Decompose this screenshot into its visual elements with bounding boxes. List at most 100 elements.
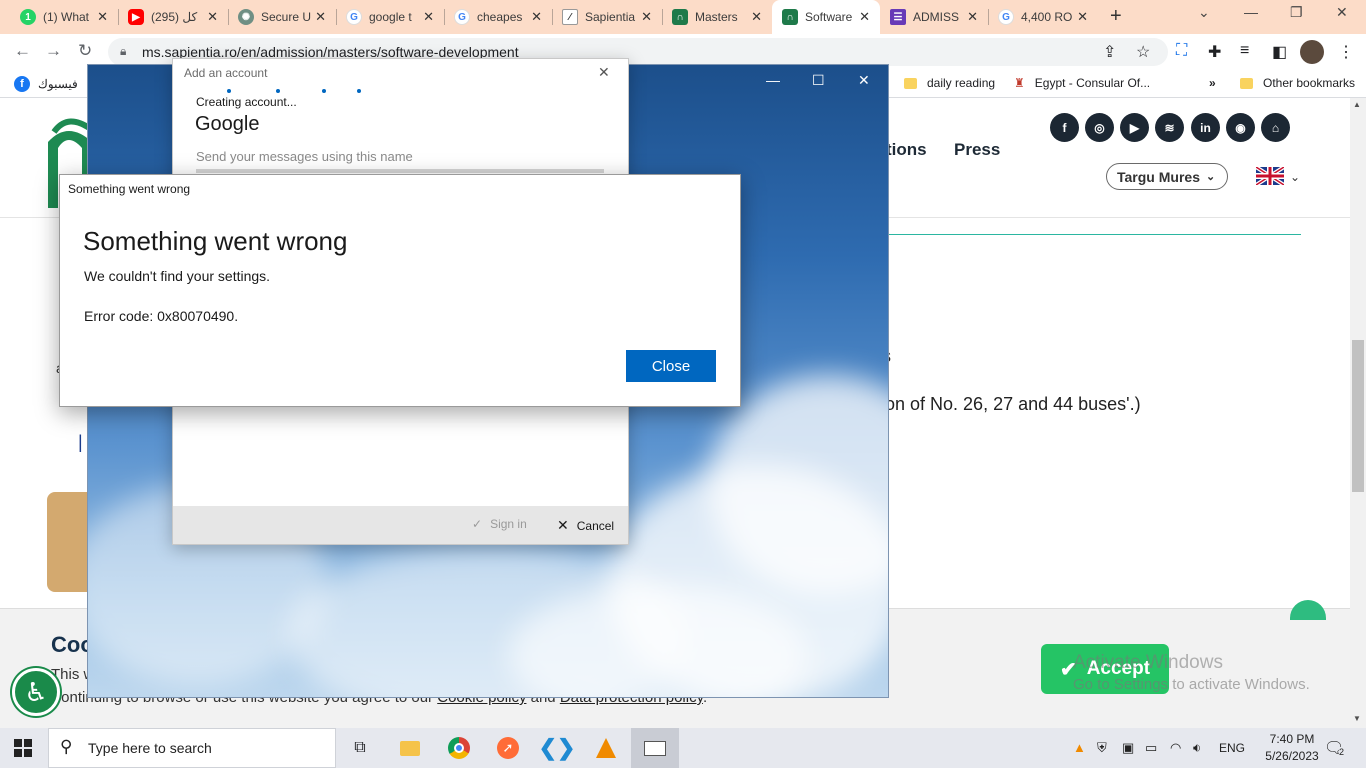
chevron-down-icon[interactable]: ⌄ — [1290, 170, 1300, 184]
close-window-icon[interactable]: ✕ — [1336, 4, 1348, 21]
tab-whatsapp[interactable]: 1 (1) What ✕ — [10, 0, 118, 34]
close-icon[interactable]: ✕ — [207, 9, 218, 25]
close-icon[interactable]: ✕ — [423, 9, 434, 25]
accessibility-button[interactable]: ♿︎ — [12, 668, 60, 716]
vscode-button[interactable]: ❮❯ — [533, 728, 581, 768]
close-icon[interactable]: ✕ — [967, 9, 978, 25]
bookmark-facebook[interactable]: f فيسبوك — [14, 76, 78, 92]
tab-ron[interactable]: G 4,400 RO ✕ — [988, 0, 1098, 34]
chrome-button[interactable] — [435, 728, 483, 768]
language-indicator[interactable]: ENG — [1219, 741, 1245, 755]
nav-press[interactable]: Press — [954, 140, 1000, 160]
close-icon[interactable]: ✕ — [315, 9, 326, 25]
progress-dot — [322, 89, 326, 93]
search-placeholder[interactable]: Type here to search — [88, 740, 212, 756]
restore-icon[interactable]: ❐ — [1290, 4, 1303, 21]
folder-icon — [400, 740, 420, 756]
clock-date[interactable]: 5/26/2023 — [1262, 749, 1322, 763]
new-tab-button[interactable]: + — [1110, 5, 1122, 28]
tab-cheapest[interactable]: G cheapes ✕ — [444, 0, 552, 34]
minimize-icon[interactable]: — — [1244, 4, 1258, 20]
scroll-down-icon[interactable]: ▼ — [1353, 714, 1361, 723]
share-icon[interactable]: ⇪ — [1103, 42, 1116, 62]
sign-in-button[interactable]: ✓ Sign in — [472, 517, 527, 531]
profile-avatar[interactable] — [1300, 40, 1324, 64]
bookmark-other[interactable]: Other bookmarks — [1240, 76, 1355, 90]
security-shield-icon[interactable]: ⛨ — [1097, 740, 1107, 756]
media-queue-icon[interactable]: ≡ — [1240, 42, 1249, 60]
close-icon[interactable]: ✕ — [598, 64, 610, 81]
clock-time[interactable]: 7:40 PM — [1262, 732, 1322, 746]
menu-icon[interactable]: ⋮ — [1338, 42, 1354, 62]
folder-icon — [904, 77, 917, 89]
linkedin-icon[interactable]: in — [1191, 113, 1220, 142]
close-icon[interactable]: ✕ — [97, 9, 108, 25]
tab-youtube[interactable]: ▶ (295) كل ✕ — [118, 0, 228, 34]
bookmark-star-icon[interactable]: ☆ — [1136, 42, 1150, 62]
activate-windows-text: Go to Settings to activate Windows. — [1073, 676, 1310, 693]
close-button[interactable]: Close — [626, 350, 716, 382]
reload-icon[interactable]: ↻ — [78, 41, 92, 61]
tab-sapientia[interactable]: ⁄ Sapientia ✕ — [552, 0, 662, 34]
file-explorer-button[interactable] — [386, 728, 434, 768]
scroll-up-icon[interactable]: ▲ — [1353, 100, 1361, 109]
facebook-icon: f — [14, 76, 30, 92]
facebook-icon[interactable]: f — [1050, 113, 1079, 142]
tab-admission[interactable]: ☰ ADMISS ✕ — [880, 0, 988, 34]
tiktok-icon[interactable]: ◉ — [1226, 113, 1255, 142]
bus-info-text: on of No. 26, 27 and 44 buses'.) — [885, 394, 1141, 414]
postman-button[interactable]: ➚ — [484, 728, 532, 768]
tab-google-t[interactable]: G google t ✕ — [336, 0, 444, 34]
side-panel-icon[interactable]: ◧ — [1272, 42, 1287, 62]
vlc-button[interactable] — [582, 728, 630, 768]
close-window-icon[interactable]: ✕ — [858, 72, 870, 89]
forward-icon[interactable]: → — [45, 41, 62, 61]
vlc-tray-icon[interactable]: ▲ — [1073, 740, 1086, 755]
wifi-icon[interactable]: ◠ — [1170, 740, 1181, 756]
bookmark-daily-reading[interactable]: daily reading — [904, 76, 995, 90]
extensions-icon[interactable]: ✚ — [1208, 42, 1221, 62]
nav-admissions-fragment[interactable]: tions — [886, 140, 927, 160]
display-name-field[interactable] — [196, 169, 604, 173]
uk-flag-icon[interactable] — [1256, 167, 1284, 185]
tab-masters[interactable]: ∩ Masters ✕ — [662, 0, 772, 34]
pdf-icon-fragment: | — [78, 432, 83, 452]
card-fragment — [47, 492, 91, 592]
tab-secure[interactable]: ✺ Secure U ✕ — [228, 0, 336, 34]
youtube-icon[interactable]: ▶ — [1120, 113, 1149, 142]
more-bookmarks-button[interactable]: » — [1209, 76, 1216, 90]
camera-icon[interactable]: ▣ — [1122, 740, 1134, 756]
close-icon[interactable]: ✕ — [751, 9, 762, 25]
vscode-icon: ❮❯ — [538, 735, 576, 760]
city-select[interactable]: Targu Mures ⌄ — [1106, 163, 1228, 190]
battery-icon[interactable]: ▭ — [1145, 740, 1157, 756]
volume-icon[interactable]: 🔉︎ — [1193, 740, 1201, 756]
accessibility-icon: ♿︎ — [24, 676, 48, 707]
close-icon[interactable]: ✕ — [1077, 9, 1088, 25]
instagram-icon[interactable]: ◎ — [1085, 113, 1114, 142]
lock-icon[interactable]: 🔒︎ — [120, 44, 126, 59]
dialog-title: Add an account — [184, 66, 268, 80]
provider-name: Google — [195, 113, 260, 135]
close-icon[interactable]: ✕ — [859, 9, 870, 25]
scrollbar-thumb[interactable] — [1352, 340, 1364, 492]
minimize-icon[interactable]: — — [766, 72, 780, 88]
forms-icon: ☰ — [890, 9, 906, 25]
cancel-button[interactable]: ✕ Cancel — [557, 517, 614, 534]
maximize-icon[interactable]: ☐ — [812, 72, 825, 89]
screenshot-icon[interactable]: ⛶ — [1176, 42, 1187, 60]
chevron-down-icon: ⌄ — [1205, 171, 1216, 183]
egypt-emblem-icon: ♜ — [1014, 76, 1025, 90]
library-icon[interactable]: ⌂ — [1261, 113, 1290, 142]
windows-start-icon[interactable] — [14, 739, 32, 757]
close-icon[interactable]: ✕ — [531, 9, 542, 25]
sapientia-logo-icon: ∩ — [782, 9, 798, 25]
bookmark-egypt[interactable]: ♜ Egypt - Consular Of... — [1014, 76, 1150, 90]
back-icon[interactable]: ← — [14, 41, 31, 61]
tab-search-icon[interactable]: ⌄ — [1198, 4, 1210, 21]
tab-software-active[interactable]: ∩ Software ✕ — [772, 0, 880, 34]
close-icon[interactable]: ✕ — [641, 9, 652, 25]
task-view-button[interactable]: ⧉ — [336, 728, 384, 768]
mail-button[interactable] — [631, 728, 679, 768]
video-portal-icon[interactable]: ≋ — [1155, 113, 1184, 142]
